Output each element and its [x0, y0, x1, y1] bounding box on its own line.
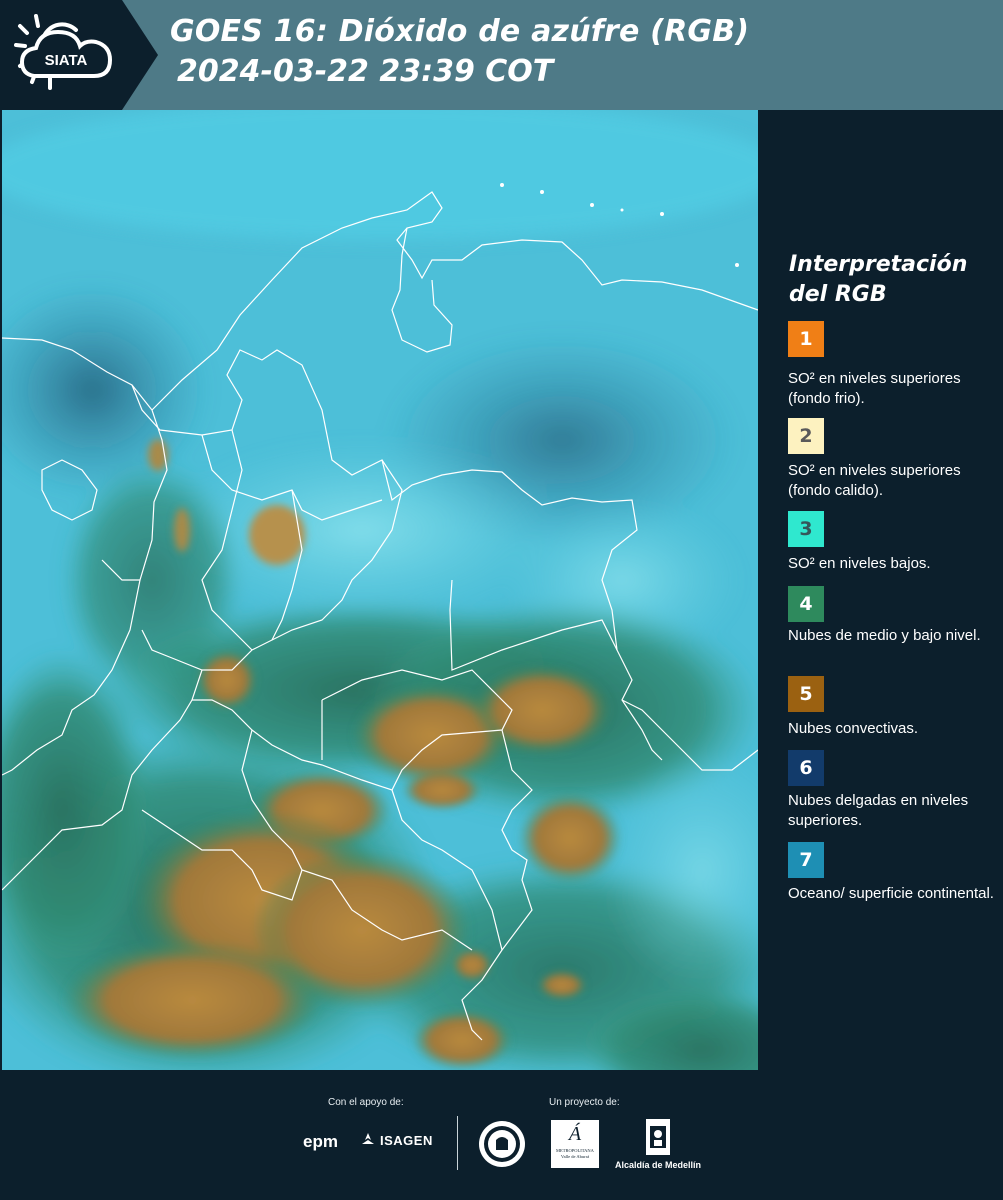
legend-title-line2: del RGB	[789, 282, 887, 307]
legend-text-5: Nubes convectivas.	[788, 720, 919, 737]
legend-swatch-4: 4	[788, 586, 824, 622]
legend-number-5: 5	[799, 683, 813, 705]
epm-logo: epm	[303, 1132, 338, 1151]
timestamp: 2024-03-22 23:39 COT	[177, 54, 554, 89]
siata-logo-block: SIATA	[0, 0, 158, 110]
legend-number-3: 3	[799, 518, 813, 540]
legend-swatch-5: 5	[788, 676, 824, 712]
alcaldia-logo: Alcaldía de Medellín	[612, 1118, 704, 1170]
support-label: Con el apoyo de:	[328, 1097, 404, 1108]
siata-logo-text: SIATA	[45, 52, 88, 69]
legend-text-7: Oceano/ superficie continental.	[788, 885, 994, 902]
legend-number-1: 1	[799, 328, 813, 350]
legend-number-7: 7	[799, 849, 813, 871]
siata-logo: SIATA	[14, 14, 113, 90]
legend-title-line1: Interpretación	[789, 252, 968, 277]
legend-text-2: SO² en niveles superiores (fondo calido)…	[788, 462, 961, 499]
legend-swatch-2: 2	[788, 418, 824, 454]
footer-bar: Con el apoyo de: Un proyecto de: epm ISA…	[0, 1070, 1003, 1200]
legend-number-2: 2	[799, 425, 813, 447]
isagen-mark-icon	[362, 1133, 374, 1144]
legend-text-6: Nubes delgadas en niveles superiores.	[788, 792, 969, 829]
legend-panel: Interpretación del RGB 1 SO² en niveles …	[760, 110, 1003, 1070]
legend-swatch-1: 1	[788, 321, 824, 357]
legend-swatch-6: 6	[788, 750, 824, 786]
legend-text-1: SO² en niveles superiores (fondo frio).	[788, 370, 961, 407]
medellin-seal-logo	[479, 1121, 525, 1167]
footer-divider	[457, 1116, 458, 1170]
area-metropolitana-logo: Á METROPOLITANA Valle de Aburrá	[551, 1120, 599, 1168]
area-logo-line2: Valle de Aburrá	[560, 1154, 590, 1159]
isagen-logo: ISAGEN	[360, 1132, 433, 1148]
isagen-logo-text: ISAGEN	[380, 1132, 433, 1148]
alcaldia-shield-icon	[646, 1119, 670, 1155]
legend-title: Interpretación del RGB	[789, 250, 989, 310]
page-title: GOES 16: Dióxido de azúfre (RGB)	[170, 14, 750, 49]
header-bar: SIATA GOES 16: Dióxido de azúfre (RGB) 2…	[0, 0, 1003, 110]
alcaldia-logo-text: Alcaldía de Medellín	[614, 1160, 702, 1170]
legend-text-3: SO² en niveles bajos.	[788, 555, 931, 572]
so2-rgb-imagery	[2, 110, 758, 1070]
satellite-map[interactable]	[2, 110, 758, 1070]
legend-swatch-7: 7	[788, 842, 824, 878]
legend-number-4: 4	[799, 593, 813, 615]
legend-number-6: 6	[799, 757, 813, 779]
legend-text-4: Nubes de medio y bajo nivel.	[788, 627, 981, 644]
legend-swatch-3: 3	[788, 511, 824, 547]
project-label: Un proyecto de:	[549, 1097, 620, 1108]
